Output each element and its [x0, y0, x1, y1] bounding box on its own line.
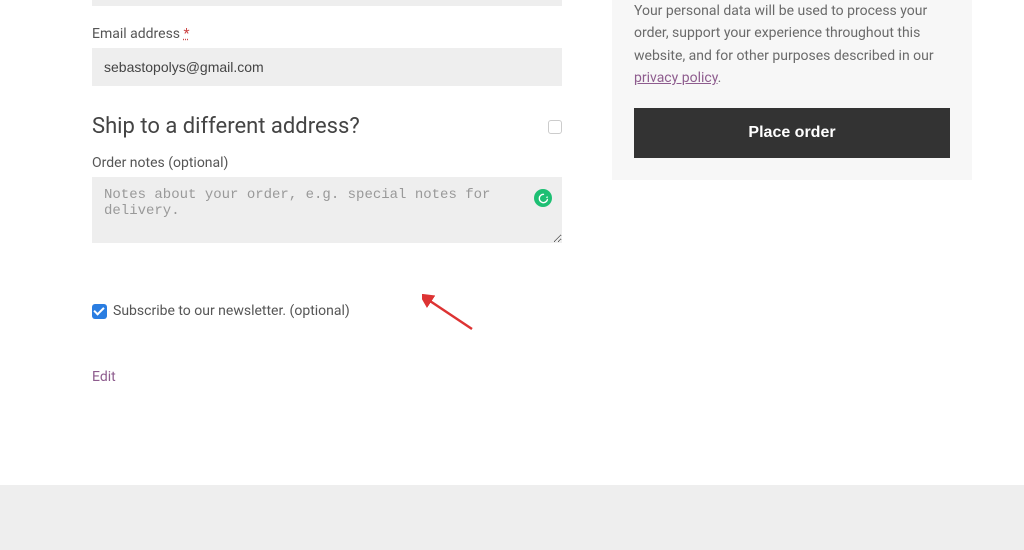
page-footer: [0, 485, 1024, 550]
privacy-text-before: Your personal data will be used to proce…: [634, 3, 934, 64]
privacy-text-after: .: [718, 70, 722, 86]
privacy-text: Your personal data will be used to proce…: [634, 0, 950, 90]
newsletter-checkbox[interactable]: [92, 304, 107, 319]
previous-field-stub: [92, 0, 562, 6]
email-label-text: Email address: [92, 26, 184, 42]
grammarly-icon: [534, 189, 552, 207]
email-field[interactable]: [92, 48, 562, 86]
newsletter-row: Subscribe to our newsletter. (optional): [92, 303, 562, 319]
order-notes-label: Order notes (optional): [92, 155, 562, 171]
email-label: Email address *: [92, 26, 562, 42]
edit-link[interactable]: Edit: [92, 369, 116, 385]
order-notes-textarea[interactable]: [92, 177, 562, 243]
place-order-button[interactable]: Place order: [634, 108, 950, 158]
ship-different-address-heading: Ship to a different address?: [92, 114, 360, 139]
newsletter-label: Subscribe to our newsletter. (optional): [113, 303, 350, 319]
order-summary-box: Your personal data will be used to proce…: [612, 0, 972, 180]
ship-different-address-checkbox[interactable]: [548, 120, 562, 134]
ship-different-address-row: Ship to a different address?: [92, 114, 562, 139]
required-mark: *: [184, 26, 190, 42]
privacy-policy-link[interactable]: privacy policy: [634, 70, 718, 86]
